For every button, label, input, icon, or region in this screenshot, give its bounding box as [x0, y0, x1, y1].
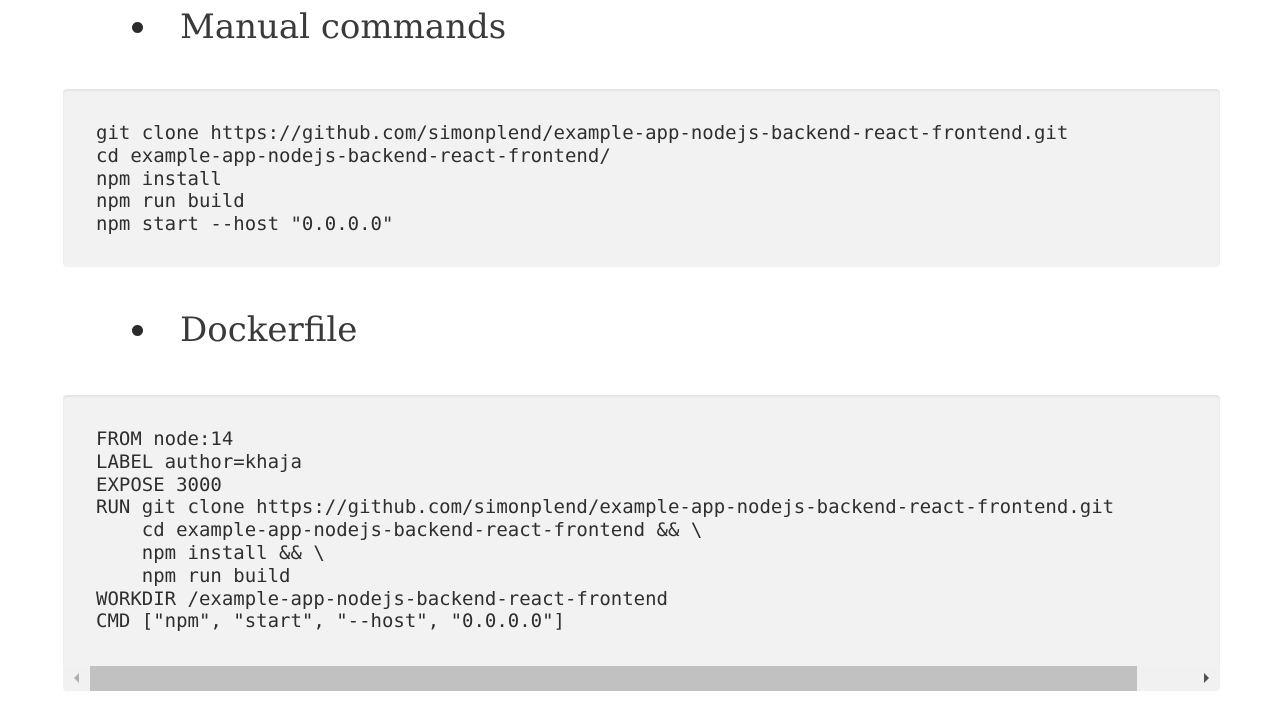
code-line: git clone https://github.com/simonplend/…: [96, 122, 1069, 144]
code-line: npm run build: [96, 564, 291, 587]
code-content: FROM node:14 LABEL author=khaja EXPOSE 300…: [96, 428, 1114, 633]
code-line: npm run build: [96, 190, 245, 213]
code-line: WORKDIR /example-app-nodejs-backend-reac…: [96, 587, 668, 610]
bullet-dot-icon: [132, 21, 143, 33]
bullet-dot-icon: [132, 324, 143, 336]
code-line: npm install && \: [96, 541, 325, 564]
code-line: npm start --host "0.0.0.0": [96, 213, 394, 236]
code-line: FROM node:14: [96, 428, 234, 450]
section-heading: Manual commands: [180, 7, 507, 47]
code-line: LABEL author=khaja: [96, 450, 302, 473]
code-line: cd example-app-nodejs-backend-react-fron…: [96, 519, 703, 542]
code-block-dockerfile[interactable]: FROM node:14 LABEL author=khaja EXPOSE 300…: [63, 395, 1220, 691]
code-line: npm install: [96, 167, 222, 190]
section-heading: Dockerfile: [180, 310, 358, 350]
list-item-manual-commands: Manual commands: [122, 10, 506, 44]
code-line: CMD ["npm", "start", "--host", "0.0.0.0"…: [96, 610, 565, 633]
scrollbar-thumb[interactable]: [90, 666, 1137, 691]
code-block-manual-commands[interactable]: git clone https://github.com/simonplend/…: [63, 89, 1220, 267]
triangle-left-icon[interactable]: [74, 673, 79, 683]
horizontal-scrollbar[interactable]: [63, 666, 1220, 691]
list-item-dockerfile: Dockerfile: [122, 313, 357, 347]
code-line: RUN git clone https://github.com/simonpl…: [96, 496, 1115, 519]
code-line: cd example-app-nodejs-backend-react-fron…: [96, 144, 611, 167]
code-line: EXPOSE 3000: [96, 473, 222, 496]
code-content: git clone https://github.com/simonplend/…: [96, 122, 1068, 236]
triangle-right-icon[interactable]: [1204, 673, 1209, 683]
